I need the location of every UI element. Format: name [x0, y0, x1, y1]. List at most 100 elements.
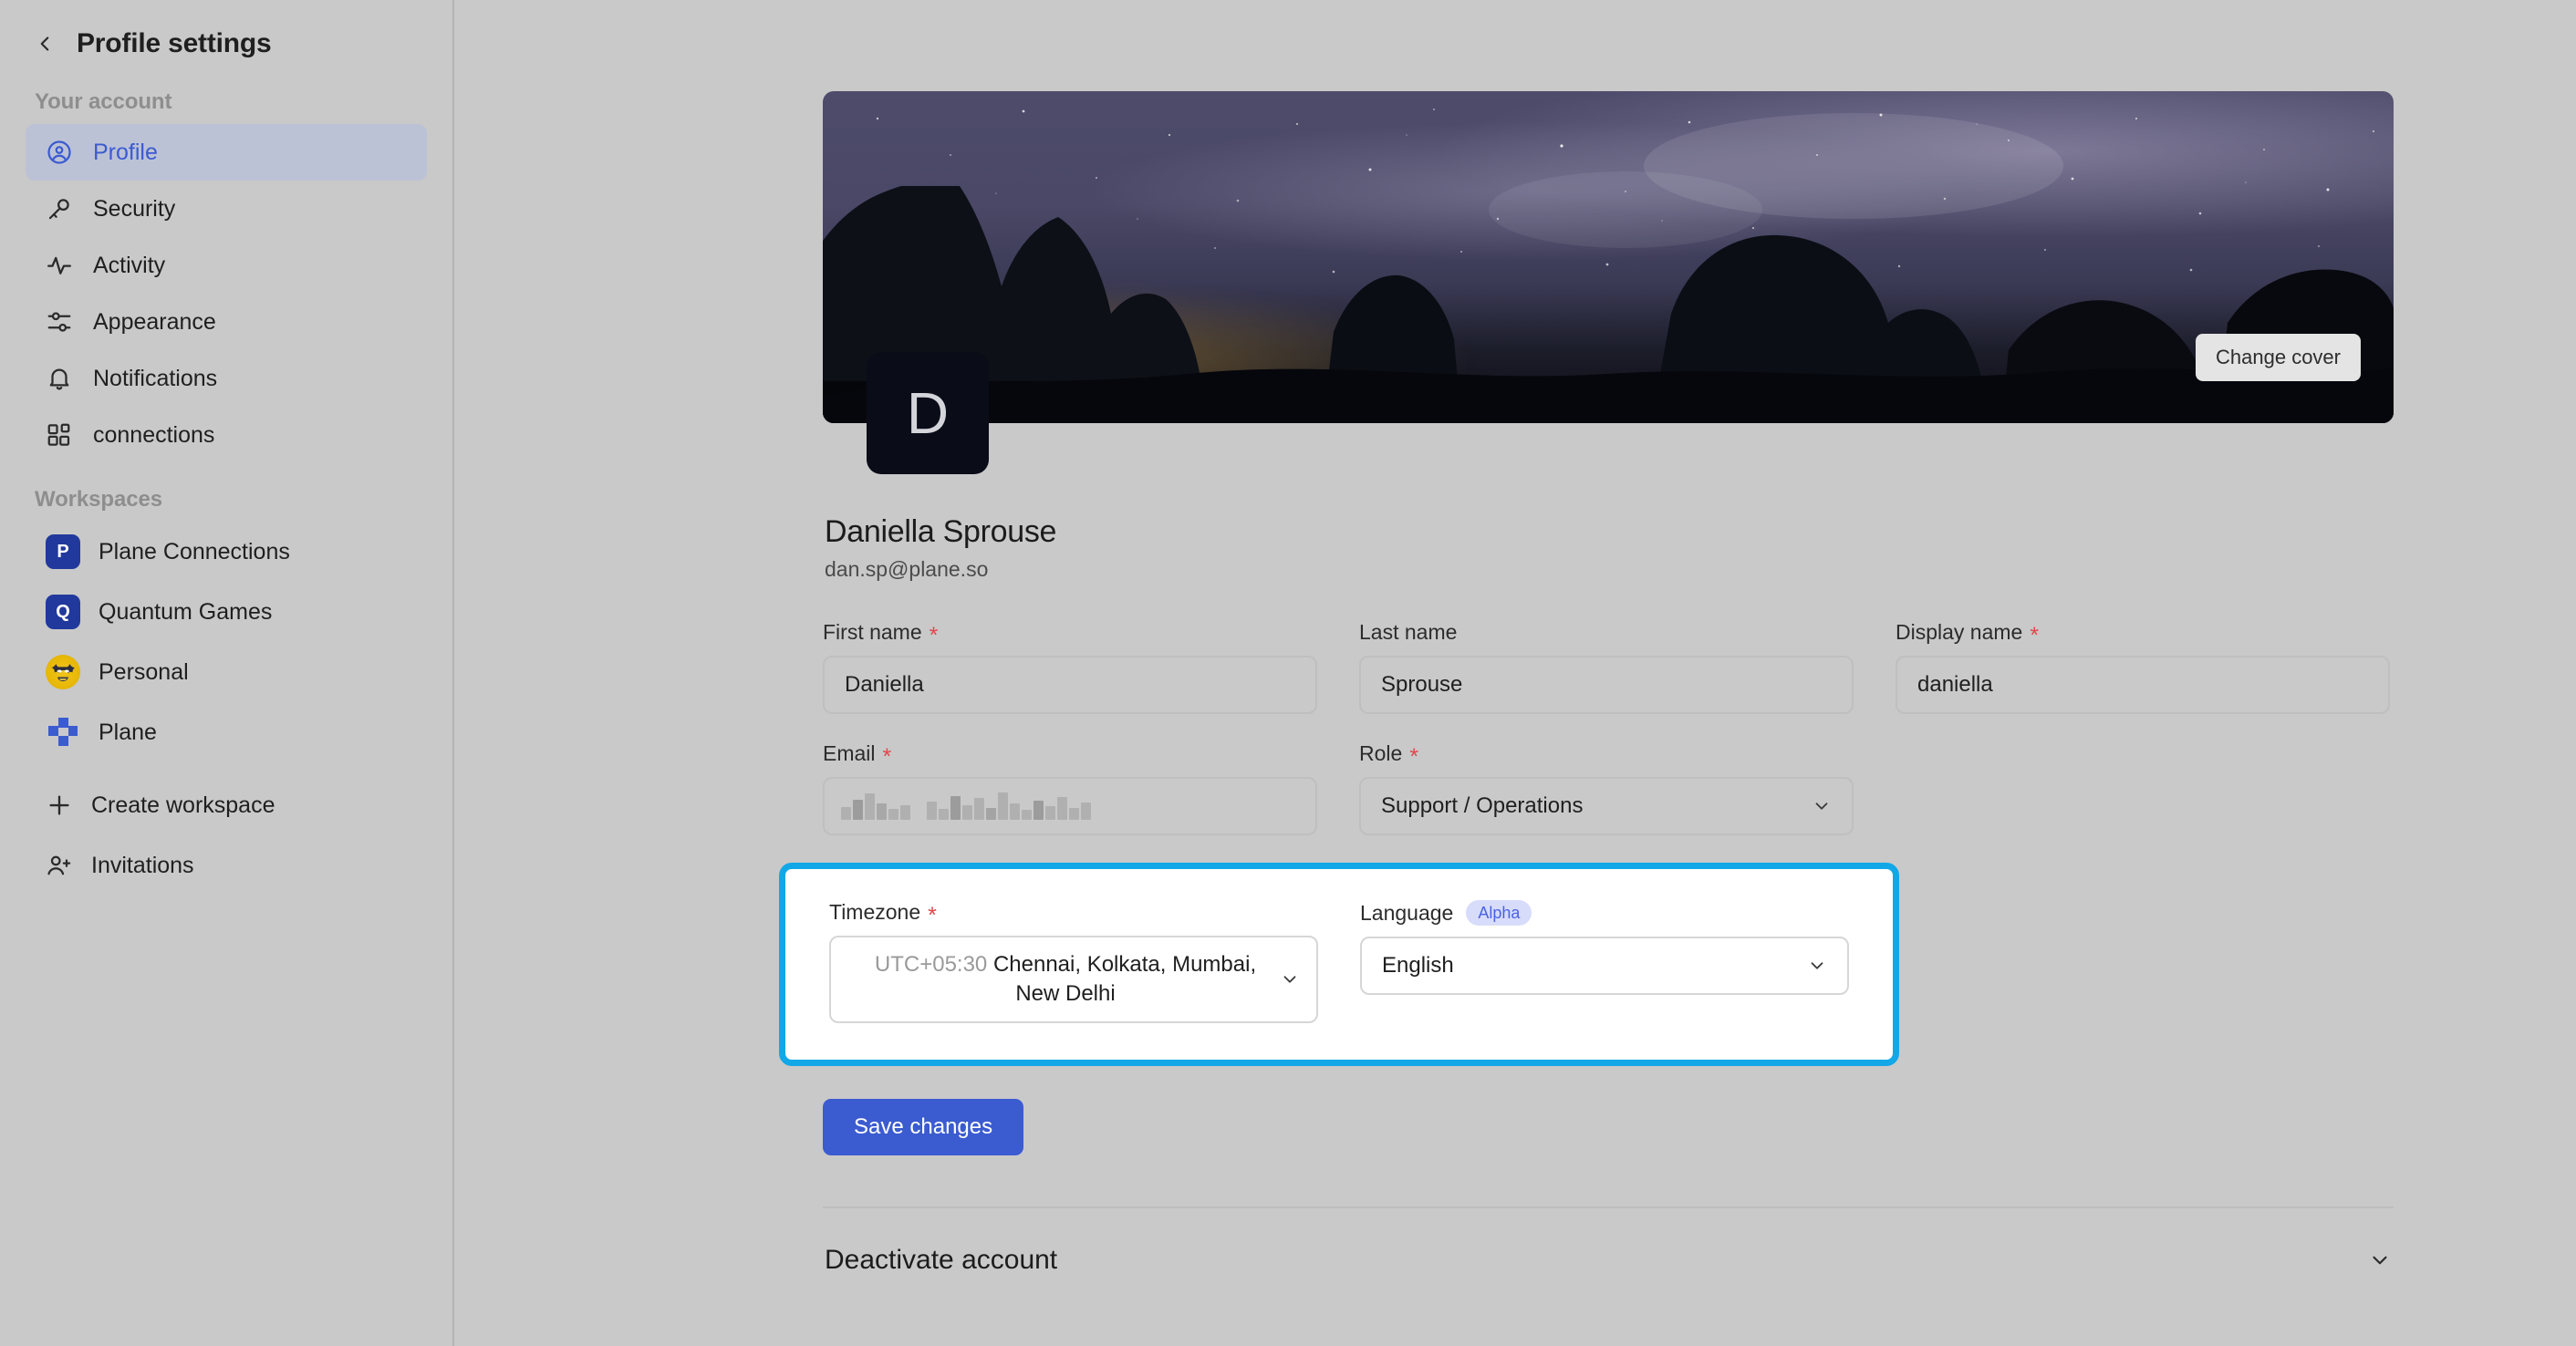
sidebar-item-label: Appearance [93, 308, 216, 335]
profile-settings-page: Profile settings Your account Profile Se… [0, 0, 2576, 1346]
field-display-name: Display name * daniella [1896, 620, 2390, 714]
field-last-name: Last name Sprouse [1359, 620, 1854, 714]
field-role: Role * Support / Operations [1359, 741, 1854, 835]
avatar[interactable]: D [867, 352, 989, 474]
label-text: Timezone [829, 900, 921, 924]
field-language: Language Alpha English [1360, 900, 1849, 1023]
field-timezone: Timezone * UTC+05:30 Chennai, Kolkata, M… [829, 900, 1318, 1023]
first-name-label: First name * [823, 620, 1317, 648]
save-changes-button[interactable]: Save changes [823, 1099, 1024, 1155]
batman-avatar-icon [46, 655, 80, 689]
first-name-input[interactable]: Daniella [823, 656, 1317, 714]
sidebar-item-activity[interactable]: Activity [26, 237, 427, 294]
user-email: dan.sp@plane.so [825, 557, 989, 581]
sidebar-workspace-quantum-games[interactable]: Q Quantum Games [26, 582, 427, 642]
sidebar-section-workspaces: Workspaces [35, 487, 162, 512]
sidebar-item-label: Profile [93, 139, 158, 165]
field-first-name: First name * Daniella [823, 620, 1317, 714]
workspace-badge: P [46, 534, 80, 569]
sidebar-account-list: Profile Security Activity Appearance Not… [0, 124, 452, 463]
email-label: Email * [823, 741, 1317, 770]
user-plus-icon [46, 852, 73, 879]
form-row-names: First name * Daniella Last name Sprouse [823, 620, 2394, 714]
user-name: Daniella Sprouse [825, 514, 1057, 549]
sliders-icon [46, 308, 73, 336]
language-select[interactable]: English [1360, 937, 1849, 995]
label-text: First name [823, 620, 922, 644]
form-row-timezone-language: Timezone * UTC+05:30 Chennai, Kolkata, M… [829, 900, 1849, 1023]
label-text: Language [1360, 900, 1454, 925]
cover-section: Change cover D [823, 91, 2394, 474]
sidebar-item-label: Security [93, 195, 176, 222]
timezone-language-highlight-region: Timezone * UTC+05:30 Chennai, Kolkata, M… [779, 863, 1899, 1066]
label-text: Role [1359, 741, 1403, 765]
timezone-label: Timezone * [829, 900, 1318, 927]
chevron-down-icon[interactable] [2368, 1248, 2392, 1272]
chevron-down-icon [1807, 956, 1827, 976]
timezone-select[interactable]: UTC+05:30 Chennai, Kolkata, Mumbai, New … [829, 936, 1318, 1023]
profile-content-column: Change cover D Daniella Sprouse dan.sp@p… [779, 0, 2394, 1276]
user-circle-icon [46, 139, 73, 166]
sidebar-item-security[interactable]: Security [26, 181, 427, 237]
chevron-down-icon [1812, 796, 1832, 816]
profile-form: First name * Daniella Last name Sprouse [779, 620, 2394, 1276]
sidebar-item-appearance[interactable]: Appearance [26, 294, 427, 350]
form-row-email-role: Email * Role * Support / Operations [823, 741, 2394, 835]
deactivate-account-title: Deactivate account [825, 1245, 1058, 1275]
bell-icon [46, 365, 73, 392]
sidebar-workspace-plane-connections[interactable]: P Plane Connections [26, 522, 427, 582]
plus-icon [46, 792, 73, 819]
page-title: Profile settings [77, 28, 272, 58]
sidebar-workspace-personal[interactable]: Personal [26, 642, 427, 702]
chevron-left-icon[interactable] [33, 32, 57, 56]
workspace-initial: Q [56, 601, 70, 622]
sidebar-header: Profile settings [0, 0, 452, 66]
redaction-block [841, 792, 910, 820]
sidebar: Profile settings Your account Profile Se… [0, 0, 454, 1346]
sidebar-item-label: Notifications [93, 365, 218, 391]
invitations-label: Invitations [91, 852, 194, 878]
required-asterisk: * [882, 744, 892, 770]
key-icon [46, 195, 73, 223]
plane-logo-icon [46, 715, 80, 750]
create-workspace-button[interactable]: Create workspace [26, 775, 427, 835]
main-content: Change cover D Daniella Sprouse dan.sp@p… [454, 0, 2576, 1346]
create-workspace-label: Create workspace [91, 792, 275, 818]
change-cover-button[interactable]: Change cover [2196, 334, 2361, 381]
label-text: Email [823, 741, 876, 765]
role-label: Role * [1359, 741, 1854, 770]
sidebar-item-label: Plane [99, 719, 157, 745]
role-value: Support / Operations [1381, 793, 1584, 818]
deactivate-account-section[interactable]: Deactivate account [823, 1208, 2394, 1276]
last-name-input[interactable]: Sprouse [1359, 656, 1854, 714]
activity-pulse-icon [46, 252, 73, 279]
workspace-badge: Q [46, 595, 80, 629]
display-name-input[interactable]: daniella [1896, 656, 2390, 714]
required-asterisk: * [2030, 623, 2040, 648]
invitations-button[interactable]: Invitations [26, 835, 427, 896]
sidebar-section-your-account: Your account [35, 89, 172, 114]
last-name-label: Last name [1359, 620, 1854, 645]
avatar-initial: D [906, 380, 950, 446]
sidebar-item-profile[interactable]: Profile [26, 124, 427, 181]
alpha-badge: Alpha [1466, 900, 1532, 926]
sidebar-workspaces-list: P Plane Connections Q Quantum Games Pers… [0, 522, 452, 896]
sidebar-item-label: Activity [93, 252, 166, 278]
language-label: Language Alpha [1360, 900, 1849, 926]
required-asterisk: * [929, 623, 939, 648]
sidebar-workspace-plane[interactable]: Plane [26, 702, 427, 762]
label-text: Display name [1896, 620, 2023, 644]
sidebar-item-label: Personal [99, 658, 189, 685]
required-asterisk: * [1409, 744, 1419, 770]
sidebar-item-label: Plane Connections [99, 538, 290, 564]
redaction-block [927, 792, 1091, 820]
email-input[interactable] [823, 777, 1317, 835]
role-select[interactable]: Support / Operations [1359, 777, 1854, 835]
label-text: Last name [1359, 620, 1458, 644]
sidebar-item-connections[interactable]: connections [26, 407, 427, 463]
sidebar-item-label: connections [93, 421, 215, 448]
grid-blocks-icon [46, 421, 73, 449]
workspace-initial: P [57, 541, 69, 562]
tree-silhouettes [823, 186, 2394, 423]
sidebar-item-notifications[interactable]: Notifications [26, 350, 427, 407]
